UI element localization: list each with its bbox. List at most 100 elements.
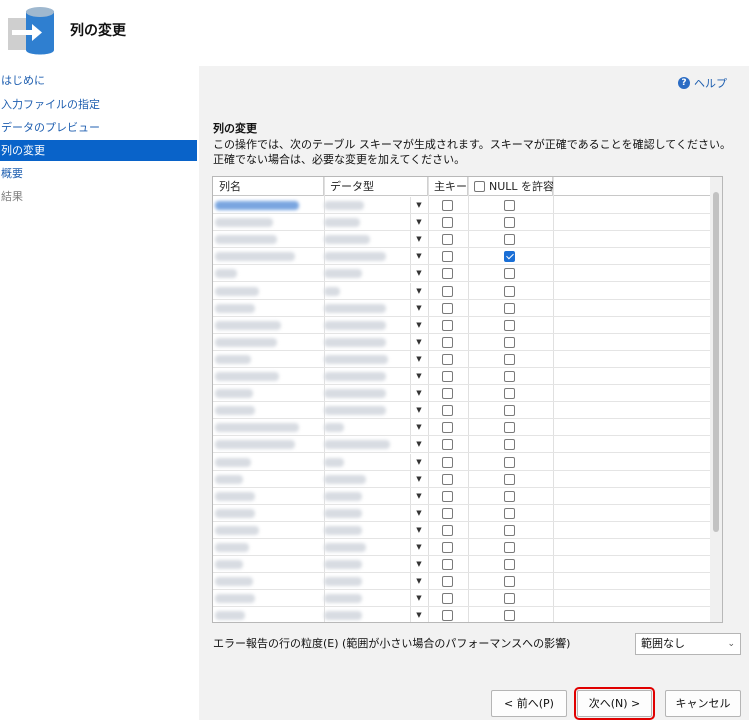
allow-null-checkbox[interactable]: [504, 610, 515, 622]
table-row[interactable]: ▼: [213, 453, 722, 471]
primary-key-checkbox[interactable]: [442, 490, 453, 502]
back-button[interactable]: < 前へ(P): [491, 690, 567, 717]
dropdown-arrow-icon[interactable]: ▼: [410, 197, 427, 213]
dropdown-arrow-icon[interactable]: ▼: [410, 231, 427, 248]
sidebar-item-modify-columns[interactable]: 列の変更: [0, 140, 197, 161]
data-type-cell[interactable]: [324, 354, 388, 364]
column-header-type[interactable]: データ型: [324, 177, 428, 196]
data-type-cell[interactable]: [324, 423, 344, 433]
dropdown-arrow-icon[interactable]: ▼: [410, 539, 427, 555]
dropdown-arrow-icon[interactable]: ▼: [410, 402, 427, 419]
table-row[interactable]: ▼: [213, 368, 722, 385]
table-row[interactable]: ▼: [213, 470, 722, 488]
table-row[interactable]: ▼: [213, 573, 722, 591]
allow-null-checkbox[interactable]: [504, 559, 515, 571]
dropdown-arrow-icon[interactable]: ▼: [410, 436, 427, 453]
dropdown-arrow-icon[interactable]: ▼: [410, 316, 427, 333]
sidebar-item-summary[interactable]: 概要: [0, 163, 197, 184]
allow-null-checkbox[interactable]: [504, 302, 515, 314]
allow-null-checkbox[interactable]: [504, 490, 515, 502]
dropdown-arrow-icon[interactable]: ▼: [410, 590, 427, 607]
column-name-cell[interactable]: [215, 320, 281, 330]
table-row[interactable]: ▼: [213, 299, 722, 317]
column-name-cell[interactable]: [215, 303, 255, 313]
dropdown-arrow-icon[interactable]: ▼: [410, 368, 427, 384]
data-type-cell[interactable]: [324, 491, 362, 501]
dropdown-arrow-icon[interactable]: ▼: [410, 521, 427, 538]
data-type-cell[interactable]: [324, 525, 362, 535]
allow-null-checkbox[interactable]: [504, 439, 515, 451]
data-type-cell[interactable]: [324, 440, 390, 450]
table-row[interactable]: ▼: [213, 556, 722, 574]
table-row[interactable]: ▼: [213, 248, 722, 266]
allow-null-checkbox[interactable]: [504, 285, 515, 297]
column-name-cell[interactable]: [215, 560, 243, 570]
table-row[interactable]: ▼: [213, 521, 722, 539]
allow-null-checkbox[interactable]: [504, 593, 515, 605]
data-type-cell[interactable]: [324, 286, 340, 296]
data-type-cell[interactable]: [324, 235, 370, 245]
data-type-cell[interactable]: [324, 201, 364, 210]
primary-key-checkbox[interactable]: [442, 439, 453, 451]
column-name-cell[interactable]: [215, 201, 299, 210]
dropdown-arrow-icon[interactable]: ▼: [410, 299, 427, 316]
column-header-name[interactable]: 列名: [213, 177, 324, 196]
column-name-cell[interactable]: [215, 354, 251, 364]
data-type-cell[interactable]: [324, 269, 362, 279]
table-row[interactable]: ▼: [213, 607, 722, 622]
table-row[interactable]: ▼: [213, 436, 722, 454]
sidebar-item-introduction[interactable]: はじめに: [0, 70, 197, 91]
data-type-cell[interactable]: [324, 389, 386, 399]
primary-key-checkbox[interactable]: [442, 251, 453, 263]
primary-key-checkbox[interactable]: [442, 217, 453, 229]
primary-key-checkbox[interactable]: [442, 268, 453, 280]
allow-null-checkbox[interactable]: [504, 319, 515, 331]
data-type-cell[interactable]: [324, 320, 386, 330]
primary-key-checkbox[interactable]: [442, 319, 453, 331]
table-row[interactable]: ▼: [213, 590, 722, 608]
allow-null-checkbox[interactable]: [504, 353, 515, 365]
allow-null-checkbox[interactable]: [504, 473, 515, 485]
allow-null-checkbox[interactable]: [504, 405, 515, 417]
table-row[interactable]: ▼: [213, 402, 722, 420]
column-name-cell[interactable]: [215, 577, 253, 587]
table-row[interactable]: ▼: [213, 419, 722, 437]
scroll-thumb[interactable]: [713, 192, 719, 532]
dropdown-arrow-icon[interactable]: ▼: [410, 385, 427, 402]
column-name-cell[interactable]: [215, 457, 251, 467]
allow-null-checkbox[interactable]: [504, 200, 515, 211]
primary-key-checkbox[interactable]: [442, 285, 453, 297]
dropdown-arrow-icon[interactable]: ▼: [410, 556, 427, 573]
table-row[interactable]: ▼: [213, 316, 722, 334]
primary-key-checkbox[interactable]: [442, 302, 453, 314]
data-type-cell[interactable]: [324, 252, 386, 262]
dropdown-arrow-icon[interactable]: ▼: [410, 214, 427, 231]
grid-scrollbar[interactable]: [710, 177, 722, 622]
data-type-cell[interactable]: [324, 218, 360, 228]
column-name-cell[interactable]: [215, 474, 243, 484]
table-row[interactable]: ▼: [213, 504, 722, 522]
dropdown-arrow-icon[interactable]: ▼: [410, 350, 427, 367]
dropdown-arrow-icon[interactable]: ▼: [410, 248, 427, 265]
column-name-cell[interactable]: [215, 269, 237, 279]
table-row[interactable]: ▼: [213, 385, 722, 403]
dropdown-arrow-icon[interactable]: ▼: [410, 265, 427, 282]
allow-null-checkbox[interactable]: [504, 251, 515, 263]
primary-key-checkbox[interactable]: [442, 336, 453, 348]
primary-key-checkbox[interactable]: [442, 473, 453, 485]
allow-null-checkbox[interactable]: [504, 542, 515, 553]
column-name-cell[interactable]: [215, 525, 259, 535]
column-name-cell[interactable]: [215, 252, 295, 262]
table-row[interactable]: ▼: [213, 214, 722, 232]
next-button[interactable]: 次へ(N) >: [574, 687, 655, 720]
data-type-cell[interactable]: [324, 508, 362, 518]
allow-null-checkbox[interactable]: [504, 336, 515, 348]
column-header-primary-key[interactable]: 主キー: [428, 177, 468, 196]
column-header-allow-null[interactable]: NULL を許容: [468, 177, 554, 196]
data-type-cell[interactable]: [324, 457, 344, 467]
primary-key-checkbox[interactable]: [442, 234, 453, 246]
table-row[interactable]: ▼: [213, 282, 722, 300]
allow-null-checkbox[interactable]: [504, 217, 515, 229]
table-row[interactable]: ▼: [213, 487, 722, 505]
allow-null-checkbox[interactable]: [504, 507, 515, 519]
